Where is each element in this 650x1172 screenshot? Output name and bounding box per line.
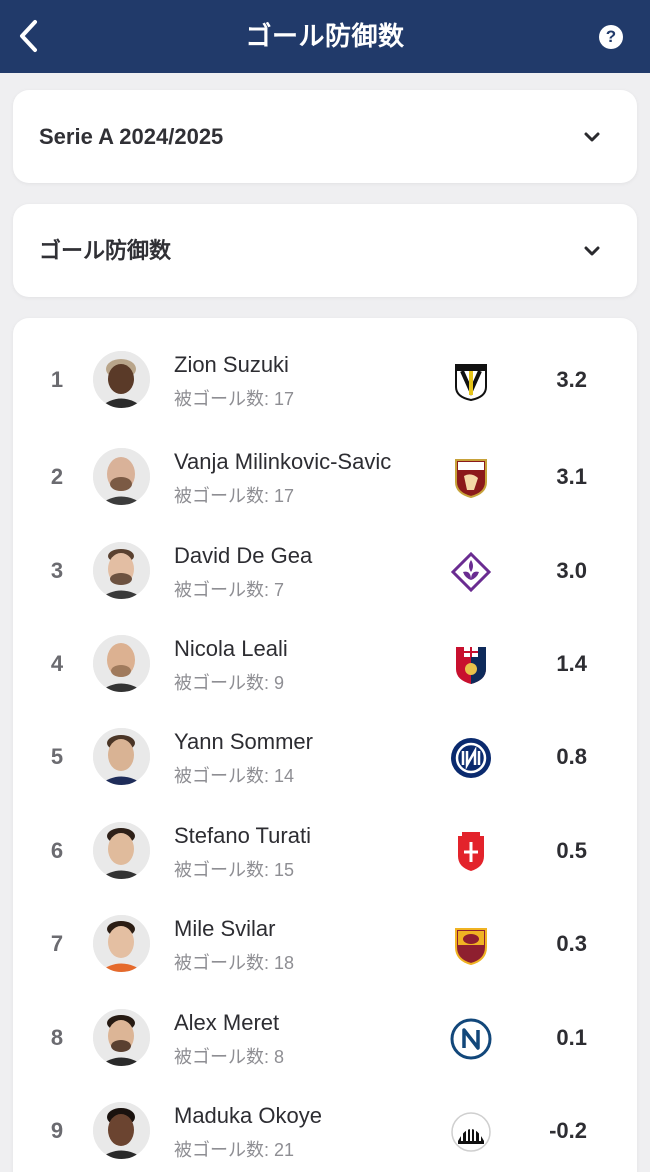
player-name: Vanja Milinkovic-Savic	[174, 449, 392, 474]
goals-conceded: 被ゴール数: 17	[174, 486, 295, 506]
player-row[interactable]: 9 Maduka Okoye 被ゴール数: 21 -0.2	[13, 1084, 637, 1172]
fiorentina-crest-icon	[449, 550, 493, 594]
monza-crest-icon	[449, 830, 493, 874]
goals-conceded: 被ゴール数: 14	[174, 766, 295, 786]
inter-crest-icon	[449, 736, 493, 780]
player-row[interactable]: 4 Nicola Leali 被ゴール数: 9 1.4	[13, 617, 637, 710]
goals-conceded: 被ゴール数: 7	[174, 580, 285, 600]
player-avatar	[93, 1102, 150, 1159]
parma-crest-icon	[449, 359, 493, 403]
player-avatar	[93, 542, 150, 599]
goals-conceded: 被ゴール数: 21	[174, 1140, 295, 1160]
player-row[interactable]: 3 David De Gea 被ゴール数: 7 3.0	[13, 524, 637, 617]
torino-crest-icon	[449, 456, 493, 500]
page-title: ゴール防御数	[245, 21, 405, 51]
player-row[interactable]: 2 Vanja Milinkovic-Savic 被ゴール数: 17 3.1	[13, 430, 637, 523]
goals-conceded: 被ゴール数: 18	[174, 953, 295, 973]
stat-value: 1.4	[556, 651, 587, 676]
stat-value: 3.1	[556, 464, 587, 489]
player-name: Alex Meret	[174, 1010, 280, 1035]
rank-number: 3	[50, 558, 64, 583]
chevron-down-icon	[584, 246, 600, 256]
player-name: Maduka Okoye	[174, 1103, 322, 1128]
player-avatar	[93, 1009, 150, 1066]
player-name: Nicola Leali	[174, 636, 288, 661]
player-name: Zion Suzuki	[174, 352, 289, 377]
stat-value: 0.1	[556, 1025, 587, 1050]
player-avatar	[93, 635, 150, 692]
player-name: Mile Svilar	[174, 916, 276, 941]
player-avatar	[93, 822, 150, 879]
player-row[interactable]: 5 Yann Sommer 被ゴール数: 14 0.8	[13, 710, 637, 803]
rank-number: 2	[50, 464, 64, 489]
rank-number: 5	[50, 744, 64, 769]
player-name: David De Gea	[174, 543, 313, 568]
player-avatar	[93, 448, 150, 505]
goals-conceded: 被ゴール数: 17	[174, 389, 295, 409]
player-avatar	[93, 728, 150, 785]
player-name: Stefano Turati	[174, 823, 311, 848]
goals-conceded: 被ゴール数: 15	[174, 860, 295, 880]
rank-number: 4	[50, 651, 64, 676]
player-avatar	[93, 915, 150, 972]
goals-conceded: 被ゴール数: 8	[174, 1047, 285, 1067]
rank-number: 6	[50, 838, 64, 863]
stat-value: -0.2	[549, 1118, 587, 1143]
rank-number: 8	[50, 1025, 64, 1050]
player-row[interactable]: 1 Zion Suzuki 被ゴール数: 17 3.2	[13, 333, 637, 426]
season-dropdown-label: Serie A 2024/2025	[39, 124, 224, 149]
roma-crest-icon	[449, 923, 493, 967]
stat-value: 0.3	[556, 931, 587, 956]
stat-value: 3.2	[556, 367, 587, 392]
rank-number: 7	[50, 931, 64, 956]
player-avatar	[93, 351, 150, 408]
player-name: Yann Sommer	[174, 729, 313, 754]
rank-number: 1	[50, 367, 64, 392]
player-row[interactable]: 6 Stefano Turati 被ゴール数: 15 0.5	[13, 804, 637, 897]
top-app-bar: ゴール防御数 ?	[0, 0, 650, 73]
genoa-crest-icon	[449, 643, 493, 687]
stat-value: 3.0	[556, 558, 587, 583]
help-icon[interactable]: ?	[599, 25, 623, 49]
chevron-down-icon	[584, 132, 600, 142]
stat-dropdown[interactable]: ゴール防御数	[13, 204, 637, 297]
udinese-crest-icon	[449, 1110, 493, 1154]
goals-conceded: 被ゴール数: 9	[174, 673, 285, 693]
player-row[interactable]: 8 Alex Meret 被ゴール数: 8 0.1	[13, 991, 637, 1084]
ranking-list: 1 Zion Suzuki 被ゴール数: 17 3.2 2 Vanja Mili…	[13, 318, 637, 1172]
stat-value: 0.5	[556, 838, 587, 863]
season-dropdown[interactable]: Serie A 2024/2025	[13, 90, 637, 183]
stat-value: 0.8	[556, 744, 587, 769]
rank-number: 9	[50, 1118, 64, 1143]
stat-dropdown-label: ゴール防御数	[39, 238, 172, 263]
napoli-crest-icon	[449, 1017, 493, 1061]
player-row[interactable]: 7 Mile Svilar 被ゴール数: 18 0.3	[13, 897, 637, 990]
